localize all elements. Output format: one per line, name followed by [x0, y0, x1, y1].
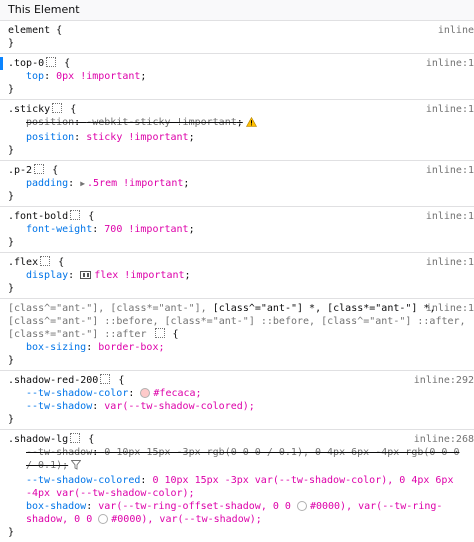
rule-source-link[interactable]: inline:1 [426, 210, 474, 223]
rule-shadow-red-200: .shadow-red-200 { --tw-shadow-color: #fe… [0, 371, 474, 430]
rule-source-link[interactable]: inline:268 [414, 433, 474, 446]
rule-close-brace: } [8, 283, 15, 294]
declaration[interactable]: padding: ▶ .5rem !important; [8, 177, 474, 190]
rule-selector[interactable]: .flex [8, 257, 38, 268]
rule-source-link[interactable]: inline:292 [414, 374, 474, 387]
property-value[interactable]: 0px !important [56, 71, 140, 82]
declaration[interactable]: --tw-shadow: var(--tw-shadow-colored); [8, 400, 474, 413]
property-value[interactable]: .5rem !important [87, 178, 183, 189]
selector-highlight-icon[interactable] [70, 433, 81, 443]
property-name[interactable]: position [26, 117, 74, 128]
declaration[interactable]: --tw-shadow-colored: 0 10px 15px -3px va… [8, 474, 474, 500]
selector-highlight-icon[interactable] [70, 210, 81, 220]
rule-selector-part[interactable]: [class^="ant-"] *, [class*="ant-"] *, [213, 303, 436, 314]
property-value[interactable]: -webkit-sticky !important [86, 117, 237, 128]
property-value[interactable]: 0 10px 15px -3px rgb(0 0 0 / 0.1), 0 4px… [26, 447, 460, 471]
property-value[interactable]: sticky !important [86, 132, 188, 143]
rule-source-link[interactable]: inline:1 [426, 302, 474, 315]
property-name[interactable]: box-shadow [26, 501, 86, 512]
color-swatch-icon[interactable] [98, 514, 109, 524]
selector-highlight-icon[interactable] [46, 57, 57, 67]
rule-source-link[interactable]: inline:1 [426, 57, 474, 70]
rule-shadow-lg: .shadow-lg { --tw-shadow: 0 10px 15px -3… [0, 430, 474, 542]
property-name[interactable]: box-sizing [26, 342, 86, 353]
this-element-header: This Element [0, 0, 474, 21]
property-value[interactable]: var(--tw-ring-offset-shadow, 0 0 [98, 501, 291, 512]
rule-selector-part[interactable]: [class^="ant-"], [class*="ant-"], [8, 303, 207, 314]
property-name[interactable]: font-weight [26, 224, 92, 235]
rule-selector[interactable]: .sticky [8, 104, 50, 115]
rule-source-link[interactable]: inline [438, 24, 474, 37]
declaration-overridden[interactable]: position: -webkit-sticky !important; [8, 116, 474, 131]
rule-source-link[interactable]: inline:1 [426, 103, 474, 116]
rule-close-brace: } [8, 84, 15, 95]
rule-sticky: .sticky { position: -webkit-sticky !impo… [0, 100, 474, 161]
rule-selector[interactable]: .top-0 [8, 58, 44, 69]
property-name[interactable]: position [26, 132, 74, 143]
rule-close-brace: } [8, 527, 15, 538]
flexbox-toggle-icon[interactable] [80, 271, 92, 279]
open-brace: { [64, 58, 71, 69]
property-value[interactable]: 700 !important [104, 224, 188, 235]
open-brace: { [70, 104, 77, 115]
property-value[interactable]: #0000), var(--tw-shadow); [111, 514, 262, 525]
declaration[interactable]: font-weight: 700 !important; [8, 223, 474, 236]
selector-highlight-icon[interactable] [52, 103, 63, 113]
rule-flex: .flex { display: flex !important; } inli… [0, 253, 474, 299]
rule-close-brace: } [8, 237, 15, 248]
filter-icon[interactable] [70, 460, 82, 474]
expand-triangle-icon[interactable]: ▶ [80, 177, 85, 190]
rule-top-0: .top-0 { top: 0px !important; } inline:1 [0, 54, 474, 100]
rule-close-brace: } [8, 355, 15, 366]
property-name[interactable]: top [26, 71, 44, 82]
selector-highlight-icon[interactable] [100, 374, 111, 384]
property-value[interactable]: #fecaca; [153, 388, 201, 399]
rule-ant: [class^="ant-"], [class*="ant-"], [class… [0, 299, 474, 371]
property-value[interactable]: var(--tw-shadow-colored); [104, 401, 255, 412]
rule-close-brace: } [8, 414, 15, 425]
declaration[interactable]: box-sizing: border-box; [8, 341, 474, 354]
property-name[interactable]: padding [26, 178, 68, 189]
rule-selector-part[interactable]: [class^="ant-"] ::before, [class*="ant-"… [8, 316, 466, 340]
open-brace: { [88, 211, 95, 222]
rule-close-brace: } [8, 145, 15, 156]
rule-selector[interactable]: element { [8, 25, 62, 36]
property-name[interactable]: --tw-shadow [26, 447, 92, 458]
rule-close-brace: } [8, 38, 15, 49]
rule-selector[interactable]: .p-2 [8, 165, 32, 176]
rule-selector[interactable]: .shadow-lg [8, 434, 68, 445]
open-brace: { [118, 375, 125, 386]
open-brace: { [58, 257, 65, 268]
color-swatch-icon[interactable] [296, 501, 307, 511]
declaration[interactable]: box-shadow: var(--tw-ring-offset-shadow,… [8, 500, 474, 526]
selector-highlight-icon[interactable] [40, 256, 51, 266]
declaration-overridden[interactable]: --tw-shadow: 0 10px 15px -3px rgb(0 0 0 … [8, 446, 474, 474]
warning-icon[interactable] [245, 116, 257, 131]
property-name[interactable]: --tw-shadow-color [26, 388, 128, 399]
open-brace: { [88, 434, 95, 445]
property-value[interactable]: flex !important [94, 270, 184, 281]
rule-close-brace: } [8, 191, 15, 202]
open-brace: { [172, 329, 179, 340]
rule-element: element { } inline [0, 21, 474, 54]
declaration[interactable]: --tw-shadow-color: #fecaca; [8, 387, 474, 400]
selector-highlight-icon[interactable] [34, 164, 45, 174]
rule-source-link[interactable]: inline:1 [426, 256, 474, 269]
rule-selector[interactable]: .font-bold [8, 211, 68, 222]
declaration[interactable]: display: flex !important; [8, 269, 474, 282]
declaration[interactable]: position: sticky !important; [8, 131, 474, 144]
property-value[interactable]: border-box; [98, 342, 164, 353]
rule-p-2: .p-2 { padding: ▶ .5rem !important; } inl… [0, 161, 474, 207]
color-swatch-icon[interactable] [140, 388, 151, 398]
property-name[interactable]: --tw-shadow [26, 401, 92, 412]
selector-highlight-icon[interactable] [154, 328, 165, 338]
property-name[interactable]: display [26, 270, 68, 281]
rule-selector[interactable]: .shadow-red-200 [8, 375, 98, 386]
declaration[interactable]: top: 0px !important; [8, 70, 474, 83]
rule-font-bold: .font-bold { font-weight: 700 !important… [0, 207, 474, 253]
property-name[interactable]: --tw-shadow-colored [26, 475, 140, 486]
rule-source-link[interactable]: inline:1 [426, 164, 474, 177]
open-brace: { [52, 165, 59, 176]
